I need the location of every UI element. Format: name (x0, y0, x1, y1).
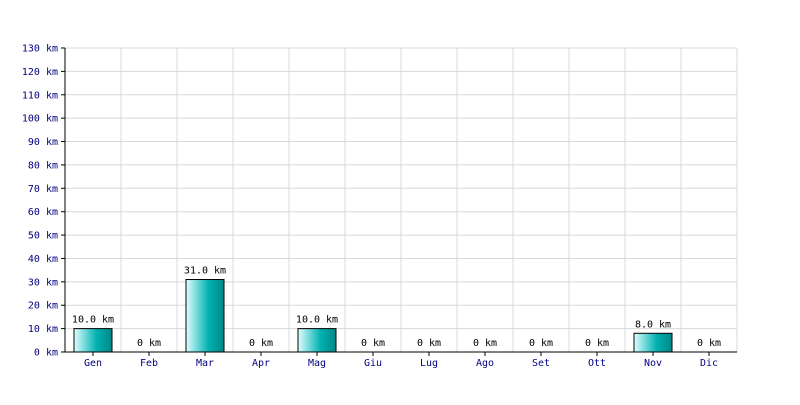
x-tick-label-nov: Nov (644, 358, 662, 369)
x-tick-label-feb: Feb (140, 358, 158, 369)
y-tick-label: 20 km (28, 301, 58, 312)
data-label-set: 0 km (529, 338, 553, 349)
x-tick-label-apr: Apr (252, 358, 270, 369)
x-tick-label-gen: Gen (84, 358, 102, 369)
y-tick-label: 100 km (22, 114, 58, 125)
bar-mag (297, 328, 337, 353)
bar-chart: 0 km 10 km 20 km 30 km 40 km 50 km 60 km 70 km 8… (22, 44, 738, 370)
y-tick-label: 0 km (34, 348, 58, 359)
data-label-nov: 8.0 km (635, 319, 671, 330)
x-tick-label-giu: Giu (364, 358, 382, 369)
data-label-feb: 0 km (137, 338, 161, 349)
data-label-ago: 0 km (473, 338, 497, 349)
data-label-giu: 0 km (361, 338, 385, 349)
x-tick-label-dic: Dic (700, 358, 718, 369)
axes (61, 47, 737, 356)
x-tick-label-mag: Mag (308, 358, 326, 369)
x-tick-label-ott: Ott (588, 358, 606, 369)
bar-mar (185, 279, 225, 353)
y-tick-label: 30 km (28, 277, 58, 288)
y-tick-label: 60 km (28, 207, 58, 218)
data-label-mar: 31.0 km (184, 266, 226, 277)
x-tick-label-set: Set (532, 358, 550, 369)
data-label-lug: 0 km (417, 338, 441, 349)
data-label-apr: 0 km (249, 338, 273, 349)
chart-container: 0 km 10 km 20 km 30 km 40 km 50 km 60 km 70 km 8… (0, 0, 800, 400)
bar-gen (73, 328, 113, 353)
y-tick-label: 110 km (22, 90, 58, 101)
x-tick-label-lug: Lug (420, 358, 438, 369)
y-tick-label: 50 km (28, 231, 58, 242)
bar-nov (633, 332, 673, 353)
x-tick-label-ago: Ago (476, 358, 494, 369)
data-label-gen: 10.0 km (72, 315, 114, 326)
y-tick-label: 90 km (28, 137, 58, 148)
data-label-dic: 0 km (697, 338, 721, 349)
y-tick-label: 120 km (22, 67, 58, 78)
y-tick-label: 130 km (22, 44, 58, 55)
y-tick-label: 70 km (28, 184, 58, 195)
grid (65, 47, 738, 353)
y-tick-label: 40 km (28, 254, 58, 265)
labels: 0 km 10 km 20 km 30 km 40 km 50 km 60 km 70 km 8… (22, 44, 721, 370)
x-tick-label-mar: Mar (196, 358, 214, 369)
data-label-mag: 10.0 km (296, 315, 338, 326)
data-label-ott: 0 km (585, 338, 609, 349)
y-tick-label: 10 km (28, 324, 58, 335)
y-tick-label: 80 km (28, 160, 58, 171)
